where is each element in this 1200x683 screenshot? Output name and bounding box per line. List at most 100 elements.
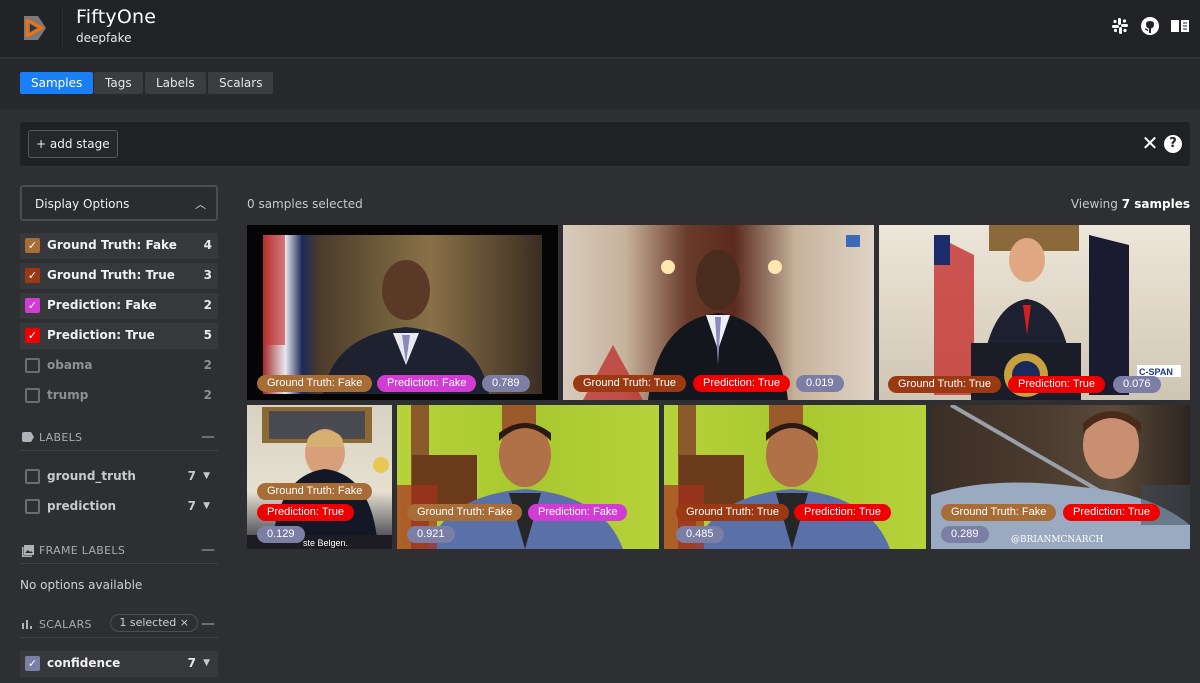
prediction-tag: Prediction: Fake <box>377 375 477 392</box>
video-caption: ste Belgen. <box>303 538 348 548</box>
sample-tag-row[interactable]: trump 2 <box>20 383 218 409</box>
checkbox-checked-icon[interactable]: ✓ <box>25 328 40 343</box>
frame-labels-section-header[interactable]: FRAME LABELS — <box>20 542 218 564</box>
video-watermark: @BRIANMCNARCH <box>1011 535 1103 545</box>
prediction-tag: Prediction: True <box>1008 376 1106 393</box>
app-header: FiftyOne deepfake <box>0 0 1200 58</box>
bar-chart-icon <box>22 619 34 631</box>
checkbox-unchecked-icon[interactable] <box>25 358 40 373</box>
frame-image-icon <box>22 545 34 557</box>
ground-truth-tag: Ground Truth: Fake <box>941 504 1057 521</box>
sample-tile[interactable]: C-SPAN Ground Truth: True Prediction: Tr… <box>879 225 1190 400</box>
selected-count-pill[interactable]: 1 selected × <box>110 614 198 632</box>
sample-thumbnail: C-SPAN <box>879 225 1190 400</box>
sample-tile[interactable]: Ground Truth: Fake Prediction: Fake 0.92… <box>397 405 659 549</box>
tag-name: Ground Truth: Fake <box>47 238 177 252</box>
scalar-field-row[interactable]: ✓ confidence 7 ▼ <box>20 651 218 677</box>
checkbox-checked-icon[interactable]: ✓ <box>25 656 40 671</box>
selected-count-text: 0 samples selected <box>247 197 363 211</box>
field-count: 7 <box>187 656 196 670</box>
labels-section-header[interactable]: LABELS — <box>20 429 218 451</box>
checkbox-unchecked-icon[interactable] <box>25 499 40 514</box>
checkbox-checked-icon[interactable]: ✓ <box>25 238 40 253</box>
ground-truth-tag: Ground Truth: Fake <box>407 504 523 521</box>
viewing-count: Viewing 7 samples <box>1071 197 1190 211</box>
label-tag-row[interactable]: ✓ Prediction: True 5 <box>20 323 218 349</box>
github-icon[interactable] <box>1140 16 1160 36</box>
tag-name: Prediction: True <box>47 328 155 342</box>
label-field-row[interactable]: prediction 7 ▼ <box>20 494 218 520</box>
app-title: FiftyOne <box>76 6 157 28</box>
sample-tag-row[interactable]: obama 2 <box>20 353 218 379</box>
ground-truth-tag: Ground Truth: Fake <box>257 483 373 500</box>
scalars-section-header[interactable]: SCALARS 1 selected × — <box>20 614 218 638</box>
field-name: confidence <box>47 656 121 670</box>
collapse-icon[interactable]: — <box>201 429 215 445</box>
display-options-toggle[interactable]: Display Options ︿ <box>20 185 218 221</box>
tag-count: 2 <box>203 388 212 402</box>
sample-tile[interactable]: Ground Truth: True Prediction: True 0.01… <box>563 225 874 400</box>
checkbox-checked-icon[interactable]: ✓ <box>25 298 40 313</box>
checkbox-unchecked-icon[interactable] <box>25 388 40 403</box>
tag-name: obama <box>47 358 93 372</box>
tag-count: 4 <box>203 238 212 252</box>
tag-count: 2 <box>203 298 212 312</box>
label-tag-row[interactable]: ✓ Ground Truth: Fake 4 <box>20 233 218 259</box>
label-tag-row[interactable]: ✓ Prediction: Fake 2 <box>20 293 218 319</box>
display-options-label: Display Options <box>35 197 130 211</box>
section-title: FRAME LABELS <box>39 544 126 557</box>
confidence-badge: 0.129 <box>257 526 305 543</box>
sample-thumbnail <box>563 225 874 400</box>
confidence-badge: 0.921 <box>407 526 455 543</box>
field-name: ground_truth <box>47 469 136 483</box>
prediction-tag: Prediction: True <box>257 504 355 521</box>
tag-count: 2 <box>203 358 212 372</box>
sample-thumbnail <box>263 235 542 394</box>
prediction-tag: Prediction: Fake <box>528 504 628 521</box>
ground-truth-tag: Ground Truth: True <box>888 376 1001 393</box>
tab-tags[interactable]: Tags <box>94 72 143 94</box>
sample-tile[interactable]: @BRIANMCNARCH Ground Truth: Fake Predict… <box>931 405 1190 549</box>
collapse-icon[interactable]: — <box>201 542 215 558</box>
checkbox-unchecked-icon[interactable] <box>25 469 40 484</box>
tag-name: Prediction: Fake <box>47 298 157 312</box>
ground-truth-tag: Ground Truth: Fake <box>257 375 373 392</box>
docs-book-icon[interactable] <box>1170 16 1190 36</box>
confidence-badge: 0.485 <box>676 526 724 543</box>
help-icon[interactable]: ? <box>1164 135 1182 153</box>
prediction-tag: Prediction: True <box>1063 504 1161 521</box>
caret-down-icon[interactable]: ▼ <box>203 501 210 511</box>
checkbox-checked-icon[interactable]: ✓ <box>25 268 40 283</box>
tag-count: 3 <box>203 268 212 282</box>
tag-name: trump <box>47 388 89 402</box>
collapse-icon[interactable]: — <box>201 616 215 632</box>
tab-samples[interactable]: Samples <box>20 72 94 94</box>
tab-labels[interactable]: Labels <box>145 72 206 94</box>
confidence-badge: 0.076 <box>1113 376 1161 393</box>
caret-down-icon[interactable]: ▼ <box>203 658 210 668</box>
slack-icon[interactable] <box>1110 16 1130 36</box>
sample-tile[interactable]: Ground Truth: True Prediction: True 0.48… <box>664 405 926 549</box>
prediction-tag: Prediction: True <box>794 504 892 521</box>
confidence-badge: 0.789 <box>482 375 530 392</box>
confidence-badge: 0.019 <box>796 375 844 392</box>
sample-tile[interactable]: Ground Truth: Fake Prediction: Fake 0.78… <box>247 225 558 400</box>
clear-stages-close-icon[interactable]: ✕ <box>1140 133 1160 153</box>
fiftyone-logo-icon[interactable] <box>18 12 50 44</box>
add-stage-button[interactable]: + add stage <box>28 130 118 158</box>
label-tag-row[interactable]: ✓ Ground Truth: True 3 <box>20 263 218 289</box>
tag-count: 5 <box>203 328 212 342</box>
label-field-row[interactable]: ground_truth 7 ▼ <box>20 464 218 490</box>
tag-name: Ground Truth: True <box>47 268 175 282</box>
ground-truth-tag: Ground Truth: True <box>676 504 789 521</box>
tab-scalars[interactable]: Scalars <box>208 72 274 94</box>
section-title: SCALARS <box>39 618 92 631</box>
field-name: prediction <box>47 499 117 513</box>
section-title: LABELS <box>39 431 83 444</box>
viewing-prefix: Viewing <box>1070 197 1118 211</box>
header-divider <box>62 8 63 48</box>
sample-tile[interactable]: ste Belgen. Ground Truth: Fake Predictio… <box>247 405 392 549</box>
dataset-name: deepfake <box>76 31 132 45</box>
caret-down-icon[interactable]: ▼ <box>203 471 210 481</box>
field-count: 7 <box>187 469 196 483</box>
